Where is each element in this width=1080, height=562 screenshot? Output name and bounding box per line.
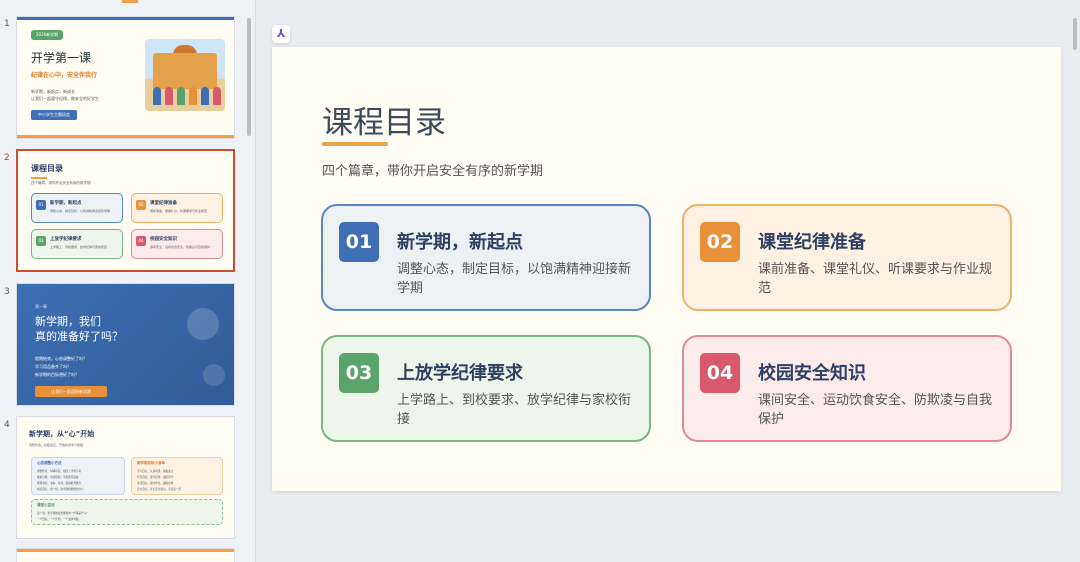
thumb-card-title: 新学期，新起点: [50, 201, 82, 206]
editor-scrollbar[interactable]: [1073, 18, 1077, 50]
thumb-box-row: 说一说：新学期你最想做到的一件事是什么？: [37, 512, 89, 515]
slide-thumbnail-panel: 1 2026新学期 开学第一课 纪律在心中，安全伴我行 新学期，新起点，新成长 …: [0, 0, 256, 562]
chapter-title: 校园安全知识: [758, 363, 866, 384]
thumb-card-1: 01 新学期，新起点 调整心态，制定目标，以饱满精神迎接新学期: [31, 193, 123, 223]
thumb-line: 假期结束，心态调整好了吗？: [35, 356, 87, 361]
thumb-card-number: 03: [36, 236, 46, 246]
thumb-subtitle: 四个篇章，带你开启安全有序的新学期: [31, 181, 91, 185]
thumb-card-number: 01: [36, 200, 46, 210]
slide-number-1: 1: [4, 19, 10, 29]
chapter-title: 新学期，新起点: [397, 232, 523, 253]
thumb-card-desc: 调整心态，制定目标，以饱满精神迎接新学期: [50, 209, 111, 213]
thumb-subtitle: 调整状态，积极适应，开始新的学习旅程: [29, 443, 84, 447]
slide-thumbnail-2[interactable]: 课程目录 四个篇章，带你开启安全有序的新学期 01 新学期，新起点 调整心态，制…: [16, 149, 235, 272]
thumb-box-title: 课堂小互动: [37, 503, 55, 507]
decorative-circle: [187, 308, 219, 340]
chapter-card-3[interactable]: 03 上放学纪律要求 上学路上、到校要求、放学纪律与家校衔接: [321, 335, 651, 442]
thumb-box-title: 新学期目标小清单: [137, 461, 165, 465]
chapter-card-1[interactable]: 01 新学期，新起点 调整心态，制定目标，以饱满精神迎接新学期: [321, 204, 651, 311]
thumb-card-2: 02 课堂纪律准备 课前准备、课堂礼仪、听课要求与作业规范: [131, 193, 223, 223]
slide-canvas[interactable]: 课程目录 四个篇章，带你开启安全有序的新学期 01 新学期，新起点 调整心态，制…: [272, 47, 1061, 491]
chapter-title: 上放学纪律要求: [397, 363, 523, 384]
student-figure: [189, 87, 197, 105]
thumb-button: 中小学生主题班会: [31, 110, 77, 120]
student-figure: [165, 87, 173, 105]
thumb-line: 新学期的目标想好了吗？: [35, 372, 79, 377]
student-figure: [201, 87, 209, 105]
thumb-box-row: 学习目标：认真听讲，积极发言: [137, 470, 174, 473]
thumb-card-desc: 课间安全、运动饮食安全、防欺凌与自我保护: [150, 245, 211, 249]
chapter-number-badge: 04: [700, 353, 740, 393]
slide-title: 课程目录: [322, 105, 446, 141]
thumb-title-line: 真的准备好了吗？: [35, 330, 123, 343]
chapter-card-4[interactable]: 04 校园安全知识 课间安全、运动饮食安全、防欺凌与自我保护: [682, 335, 1012, 442]
thumb-card-desc: 上学路上、到校要求、放学纪律与家校衔接: [50, 245, 108, 249]
thumb-box-row: 整理书包：书本、文具，提前检查整齐: [37, 482, 82, 485]
thumb-card-title: 上放学纪律要求: [50, 237, 82, 242]
thumb-card-title: 校园安全知识: [150, 237, 177, 242]
chapter-number-badge: 03: [339, 353, 379, 393]
thumbnail-scrollbar[interactable]: [247, 18, 251, 136]
decorative-circle: [203, 364, 225, 386]
thumb-line: 让我们一起遵守纪律，做安全的好学生: [31, 96, 99, 101]
thumb-box-left: 心态调整小方法 调整作息：早睡早起，找回上学的节奏 收拾心情：告别假期，带着期待…: [31, 457, 125, 495]
thumb-box-row: 生活目标：按时作息，锻炼身体: [137, 482, 174, 485]
thumb-title-underline: [31, 177, 47, 179]
thumb-title-line: 新学期，我们: [35, 315, 101, 328]
thumb-subtitle: 纪律在心中，安全伴我行: [31, 72, 98, 79]
thumb-box-row: 制定目标：想一想，新学期想要做到什么: [37, 488, 84, 491]
thumb-box-row: 一个目标，一个计划，一个进步的我。: [37, 518, 82, 521]
thumb-top-bar: [17, 17, 234, 20]
chapter-description: 调整心态，制定目标，以饱满精神迎接新学期: [397, 262, 632, 296]
thumb-box-bottom: 课堂小互动 说一说：新学期你最想做到的一件事是什么？ 一个目标，一个计划，一个进…: [31, 499, 223, 525]
thumb-card-4: 04 校园安全知识 课间安全、运动饮食安全、防欺凌与自我保护: [131, 229, 223, 259]
thumb-box-row: 调整作息：早睡早起，找回上学的节奏: [37, 470, 82, 473]
thumb-title: 课程目录: [31, 164, 63, 173]
thumb-box-row: 安全目标：牢记安全知识，平安每一天: [137, 488, 182, 491]
title-underline: [322, 142, 388, 146]
slide-subtitle: 四个篇章，带你开启安全有序的新学期: [322, 164, 544, 179]
student-figure: [213, 87, 221, 105]
thumb-box-row: 收拾心情：告别假期，带着期待返校: [37, 476, 79, 479]
thumb-chapter-label: 第一章: [35, 304, 47, 309]
thumb-box-title: 心态调整小方法: [37, 461, 62, 465]
slide-number-4: 4: [4, 420, 10, 430]
slide-thumbnail-4[interactable]: 新学期，从“心”开始 调整状态，积极适应，开始新的学习旅程 心态调整小方法 调整…: [16, 416, 235, 539]
school-illustration: [145, 39, 225, 111]
chapter-card-2[interactable]: 02 课堂纪律准备 课前准备、课堂礼仪、听课要求与作业规范: [682, 204, 1012, 311]
app-logo-icon[interactable]: ⅄: [272, 25, 290, 43]
slide-thumbnail-1[interactable]: 2026新学期 开学第一课 纪律在心中，安全伴我行 新学期，新起点，新成长 让我…: [16, 16, 235, 139]
chapter-title: 课堂纪律准备: [758, 232, 866, 253]
thumb-top-bar: [17, 549, 234, 552]
thumb-button: 让我们一起迎接新学期: [35, 386, 107, 397]
thumb-box-row: 行为目标：遵守纪律，团结同学: [137, 476, 174, 479]
thumb-title: 新学期，我们 真的准备好了吗？: [35, 314, 123, 344]
thumb-tag: 2026新学期: [31, 30, 64, 40]
thumb-line: 学习用品备齐了吗？: [35, 364, 71, 369]
chapter-description: 课前准备、课堂礼仪、听课要求与作业规范: [758, 262, 993, 296]
chapter-description: 上学路上、到校要求、放学纪律与家校衔接: [397, 393, 632, 427]
thumb-box-right: 新学期目标小清单 学习目标：认真听讲，积极发言 行为目标：遵守纪律，团结同学 生…: [131, 457, 223, 495]
thumb-card-title: 课堂纪律准备: [150, 201, 177, 206]
thumb-card-3: 03 上放学纪律要求 上学路上、到校要求、放学纪律与家校衔接: [31, 229, 123, 259]
slide-number-2: 2: [4, 153, 10, 163]
slide-number-3: 3: [4, 287, 10, 297]
chapter-number-badge: 02: [700, 222, 740, 262]
thumb-title: 开学第一课: [31, 51, 92, 65]
chapter-description: 课间安全、运动饮食安全、防欺凌与自我保护: [758, 393, 993, 427]
chapter-number-badge: 01: [339, 222, 379, 262]
thumb-card-number: 02: [136, 200, 146, 210]
student-figure: [177, 87, 185, 105]
thumb-bottom-bar: [17, 135, 234, 138]
panel-top-indicator: [122, 0, 138, 3]
thumb-title: 新学期，从“心”开始: [29, 430, 95, 438]
thumb-card-number: 04: [136, 236, 146, 246]
school-building: [153, 53, 217, 89]
thumb-card-desc: 课前准备、课堂礼仪、听课要求与作业规范: [150, 209, 208, 213]
student-figure: [153, 87, 161, 105]
slide-thumbnail-3[interactable]: 第一章 新学期，我们 真的准备好了吗？ 假期结束，心态调整好了吗？ 学习用品备齐…: [16, 283, 235, 406]
slide-thumbnail-5-partial[interactable]: [16, 548, 235, 562]
thumb-line: 新学期，新起点，新成长: [31, 89, 75, 94]
